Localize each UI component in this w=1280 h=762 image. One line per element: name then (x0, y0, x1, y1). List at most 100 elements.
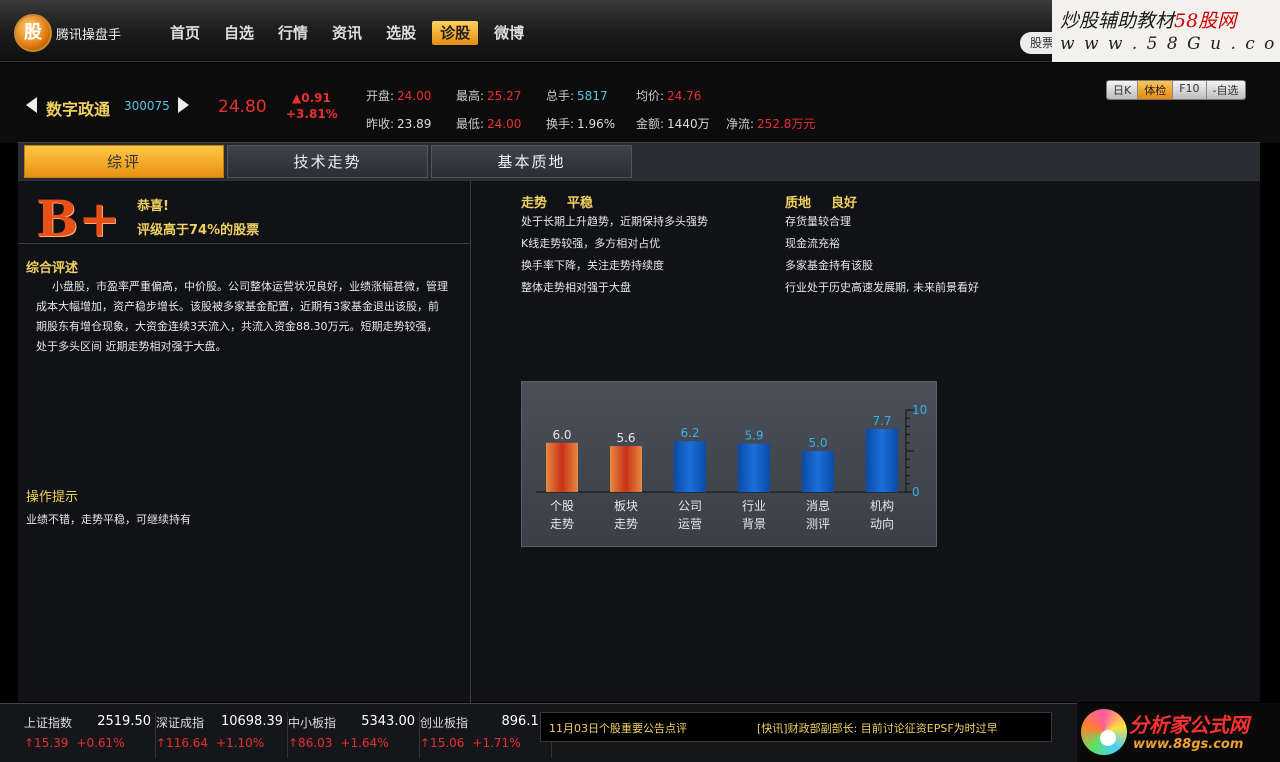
index-value: 2519.50 (97, 714, 151, 729)
chart-bar (610, 446, 642, 492)
chart-value-label: 6.0 (552, 428, 571, 442)
chart-bar (674, 441, 706, 492)
trend-heading: 走势 平稳 (521, 196, 594, 211)
trend-points: 处于长期上升趋势，近期保持多头强势 K线走势较强，多方相对占优 换手率下降，关注走势… (521, 211, 708, 299)
quote-open: 开盘: 24.00 (366, 89, 432, 103)
nav-item[interactable]: 微博 (486, 21, 532, 45)
chart-category-label: 机构 (870, 498, 894, 513)
index-change-points: ↑86.03 (288, 736, 333, 750)
watermark-url: w w w . 5 8 G u . c o m (1060, 34, 1280, 54)
chart-bar (802, 451, 834, 492)
stock-info-strip: 数字政通 300075 24.80 ▲0.91 +3.81% 开盘: 24.00 … (0, 63, 1280, 143)
index-item[interactable]: 上证指数 2519.50 ↑15.39 +0.61% (24, 712, 156, 758)
chart-value-label: 7.7 (872, 414, 891, 428)
chart-value-label: 5.0 (808, 436, 827, 450)
chart-category-label: 行业 (742, 499, 766, 513)
stock-price: 24.80 (218, 97, 267, 117)
main-nav: 首页 自选 行情 资讯 选股 诊股 微博 (162, 21, 532, 45)
tab-overview[interactable]: 综评 (24, 145, 224, 178)
next-stock-arrow-icon[interactable] (178, 97, 189, 113)
chart-bar (866, 428, 898, 492)
index-name: 中小板指 (288, 716, 337, 730)
index-item[interactable]: 创业板指 896.11 ↑15.06 +1.71% (420, 712, 552, 758)
tips-title: 操作提示 (26, 490, 79, 505)
tab-bar: 综评 技术走势 基本质地 (18, 142, 1260, 180)
tab-fundamental[interactable]: 基本质地 (431, 145, 632, 178)
chart-category-label: 个股 (550, 499, 574, 513)
news-ticker[interactable]: 11月03日个股重要公告点评 [快讯]财政部副部长: 目前讨论征资EPSF为时过… (540, 712, 1052, 742)
view-button[interactable]: 体检 (1138, 81, 1174, 99)
quality-point: 行业处于历史高速发展期, 未来前景看好 (785, 281, 979, 294)
chart-category-label: 消息 (806, 498, 830, 513)
index-change-points: ↑15.39 (24, 736, 69, 750)
ticker-item[interactable]: [快讯]财政部副部长: 目前讨论征资EPSF为时过早 (757, 720, 998, 736)
index-change: ↑15.06 +1.71% (420, 736, 521, 750)
chart-category-label: 背景 (742, 517, 766, 531)
quote-high: 最高: 25.27 (456, 89, 522, 103)
chart-y-tick-label: 10 (912, 403, 927, 417)
chart-value-label: 6.2 (680, 426, 699, 440)
quote-amount: 金额: 1440万 (636, 117, 710, 131)
flower-logo-icon (1081, 709, 1127, 755)
rating-grade: B+ (36, 189, 121, 248)
quote-prev-close: 昨收: 23.89 (366, 117, 432, 131)
nav-item[interactable]: 行情 (270, 21, 316, 45)
tab-technical[interactable]: 技术走势 (227, 145, 428, 178)
view-button[interactable]: -自选 (1206, 81, 1245, 99)
left-panel: B+ 恭喜! 评级高于74%的股票 综合评述 小盘股，市盈率严重偏高，中价股。公… (18, 181, 471, 703)
index-change-percent: +1.10% (216, 736, 265, 750)
ticker-item[interactable]: 11月03日个股重要公告点评 (549, 720, 687, 736)
stock-change: ▲0.91 (292, 91, 331, 105)
stock-name: 数字政通 (46, 100, 111, 119)
quality-point: 存货量较合理 (785, 215, 851, 228)
flower-core (1100, 730, 1116, 746)
stock-code: 300075 (124, 99, 170, 113)
index-change-percent: +0.61% (76, 736, 125, 750)
chart-category-label: 走势 (614, 517, 638, 531)
chart-category-label: 测评 (806, 517, 830, 531)
nav-item[interactable]: 资讯 (324, 21, 370, 45)
trend-point: 整体走势相对强于大盘 (521, 281, 631, 294)
prev-stock-arrow-icon[interactable] (26, 97, 37, 113)
trend-point: 换手率下降，关注走势持续度 (521, 259, 664, 272)
chart-value-label: 5.9 (744, 429, 763, 443)
nav-item[interactable]: 选股 (378, 21, 424, 45)
chart-y-tick-label: 0 (912, 485, 920, 499)
rating-congrats: 恭喜! (137, 199, 169, 214)
app-logo[interactable]: 股 (14, 14, 52, 52)
view-button[interactable]: 日K (1107, 81, 1139, 99)
main-content: B+ 恭喜! 评级高于74%的股票 综合评述 小盘股，市盈率严重偏高，中价股。公… (18, 180, 1260, 703)
trend-point: 处于长期上升趋势，近期保持多头强势 (521, 215, 708, 228)
watermark-banner-top: 炒股辅助教材58股网 w w w . 5 8 G u . c o m (1052, 0, 1280, 62)
nav-item[interactable]: 诊股 (432, 21, 479, 45)
index-name: 上证指数 (24, 716, 73, 730)
stock-change-percent: +3.81% (286, 107, 338, 121)
chart-category-label: 板块 (614, 499, 638, 513)
view-button-group: 日K 体检 F10 -自选 (1106, 80, 1246, 100)
rating-description: 评级高于74%的股票 (137, 223, 260, 238)
chart-bar (738, 443, 770, 492)
divider (18, 243, 471, 244)
index-item[interactable]: 中小板指 5343.00 ↑86.03 +1.64% (288, 712, 420, 758)
quote-volume: 总手: 5817 (546, 89, 608, 103)
view-button[interactable]: F10 (1173, 81, 1207, 99)
nav-item[interactable]: 自选 (216, 21, 262, 45)
watermark-brand: 分析家公式网 (1129, 713, 1249, 737)
app-title: 腾讯操盘手 (56, 28, 122, 43)
score-bar-chart-svg: 10 0 6.0 个股走势 5.6 板块走势 6.2 公司运营 5.9 行业背景 5.0 消息测评 7.… (536, 403, 927, 531)
index-change: ↑116.64 +1.10% (156, 736, 264, 750)
index-change-points: ↑116.64 (156, 736, 209, 750)
index-value: 10698.39 (220, 714, 283, 729)
index-name: 创业板指 (420, 716, 469, 730)
quality-point: 现金流充裕 (785, 237, 840, 250)
nav-item[interactable]: 首页 (162, 21, 208, 45)
chart-category-label: 公司 (678, 499, 702, 513)
watermark-banner-bottom: 分析家公式网 www.88gs.com (1077, 703, 1280, 762)
chart-category-label: 动向 (870, 516, 894, 531)
index-value: 5343.00 (361, 714, 415, 729)
chart-value-label: 5.6 (616, 431, 635, 445)
index-name: 深证成指 (156, 716, 205, 730)
index-change: ↑15.39 +0.61% (24, 736, 125, 750)
index-item[interactable]: 深证成指 10698.39 ↑116.64 +1.10% (156, 712, 288, 758)
watermark-title: 炒股辅助教材58股网 (1060, 10, 1237, 32)
